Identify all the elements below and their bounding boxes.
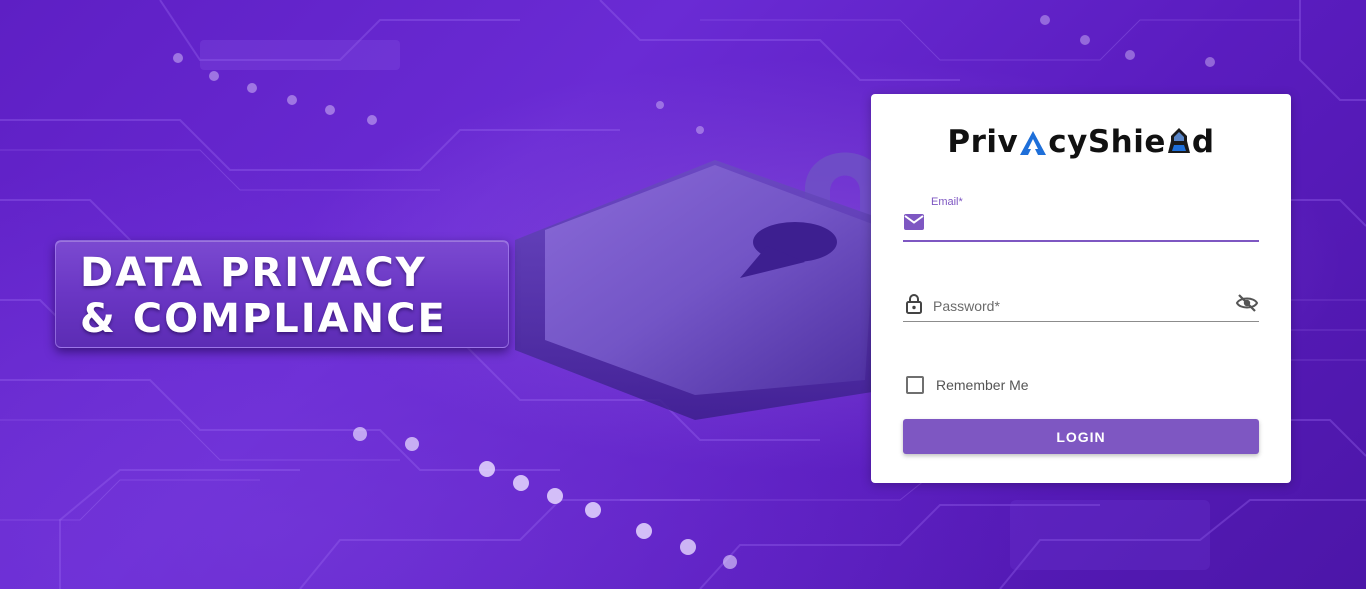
logo-text-part1: Priv	[947, 124, 1019, 160]
login-card: Priv cyShie d Email* Remember Me LOGIN	[871, 94, 1291, 483]
password-input[interactable]	[931, 294, 1225, 318]
remember-me-checkbox[interactable]	[906, 376, 924, 394]
eye-off-icon[interactable]	[1235, 293, 1259, 313]
mail-icon	[904, 214, 924, 230]
email-field: Email*	[903, 194, 1259, 242]
logo-text-part3: d	[1191, 124, 1215, 160]
privacyshield-logo: Priv cyShie d	[871, 124, 1291, 160]
hero-banner: DATA PRIVACY & COMPLIANCE	[55, 240, 509, 348]
remember-me-control[interactable]: Remember Me	[906, 375, 1029, 395]
banner-title-line2: & COMPLIANCE	[80, 296, 447, 342]
logo-knight-icon	[1167, 128, 1190, 153]
password-field	[903, 290, 1259, 322]
email-input[interactable]	[931, 212, 1255, 236]
login-button[interactable]: LOGIN	[903, 419, 1259, 454]
logo-shield-a-icon	[1020, 131, 1047, 155]
email-label: Email*	[931, 196, 963, 208]
remember-me-label: Remember Me	[936, 377, 1029, 393]
logo-text-part2: cyShie	[1048, 124, 1166, 160]
banner-title-line1: DATA PRIVACY	[80, 250, 427, 296]
lock-icon	[906, 294, 922, 314]
padlock-illustration	[505, 150, 885, 420]
